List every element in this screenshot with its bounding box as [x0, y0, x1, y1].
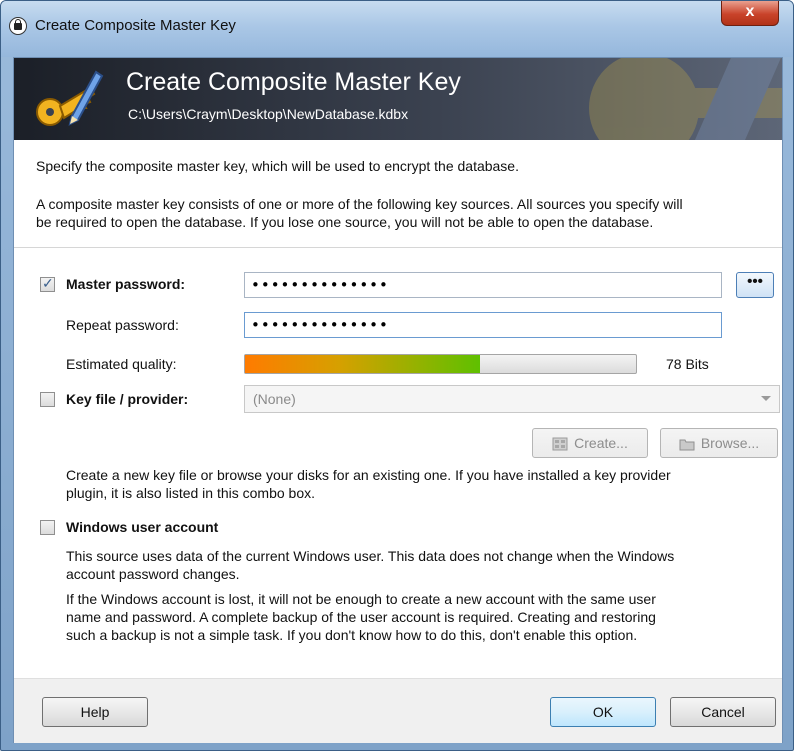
browse-key-file-label: Browse... — [700, 435, 760, 451]
windows-account-desc-line1: This source uses data of the current Win… — [66, 548, 675, 564]
close-button[interactable]: x — [721, 1, 779, 26]
key-file-hint-line2: plugin, it is also listed in this combo … — [66, 485, 316, 501]
quality-meter-fill — [245, 355, 480, 373]
windows-account-label: Windows user account — [66, 519, 219, 535]
ok-button[interactable]: OK — [550, 697, 656, 727]
windows-account-warning-line3: such a backup is not a simple task. If y… — [66, 627, 638, 643]
key-file-checkbox[interactable] — [40, 392, 55, 407]
banner: Create Composite Master Key C:\Users\Cra… — [14, 58, 782, 140]
repeat-password-input[interactable]: •••••••••••••• — [244, 312, 722, 338]
master-password-input[interactable]: •••••••••••••• — [244, 272, 722, 298]
dialog-client: Create Composite Master Key C:\Users\Cra… — [13, 57, 783, 743]
dialog-window: Create Composite Master Key x Create Com… — [0, 0, 794, 751]
window-title: Create Composite Master Key — [35, 17, 236, 34]
chevron-down-icon — [761, 396, 771, 401]
intro-description-line2: be required to open the database. If you… — [36, 214, 654, 230]
help-button[interactable]: Help — [42, 697, 148, 727]
folder-icon — [679, 439, 695, 451]
cancel-button[interactable]: Cancel — [670, 697, 776, 727]
quality-meter — [244, 354, 637, 374]
intro-description-line1: A composite master key consists of one o… — [36, 196, 683, 212]
windows-account-warning-line1: If the Windows account is lost, it will … — [66, 591, 656, 607]
title-bar: Create Composite Master Key x — [1, 1, 793, 57]
key-file-hint-line1: Create a new key file or browse your dis… — [66, 467, 671, 483]
key-file-combo[interactable]: (None) — [244, 385, 780, 413]
windows-account-desc-line2: account password changes. — [66, 566, 240, 582]
create-key-file-label: Create... — [574, 435, 628, 451]
intro-text: Specify the composite master key, which … — [36, 158, 519, 174]
master-password-label: Master password: — [66, 276, 186, 292]
repeat-password-label: Repeat password: — [66, 317, 179, 333]
browse-key-file-button[interactable]: Browse... — [660, 428, 778, 458]
database-path: C:\Users\Craym\Desktop\NewDatabase.kdbx — [128, 106, 409, 122]
show-password-button[interactable]: ••• — [736, 272, 774, 298]
windows-account-checkbox[interactable] — [40, 520, 55, 535]
dialog-footer: Help OK Cancel — [14, 678, 782, 743]
key-file-combo-value: (None) — [253, 391, 296, 407]
separator — [14, 247, 782, 248]
key-file-label: Key file / provider: — [66, 391, 189, 407]
quality-bits: 78 Bits — [666, 356, 709, 372]
lock-icon — [9, 17, 27, 35]
master-password-checkbox[interactable] — [40, 275, 55, 292]
windows-account-warning-line2: name and password. A complete backup of … — [66, 609, 656, 625]
estimated-quality-label: Estimated quality: — [66, 356, 177, 372]
banner-key-watermark-icon — [589, 58, 782, 140]
create-file-icon — [552, 437, 568, 451]
create-key-file-button[interactable]: Create... — [532, 428, 648, 458]
key-pen-icon — [36, 70, 104, 126]
banner-title: Create Composite Master Key — [126, 68, 461, 96]
